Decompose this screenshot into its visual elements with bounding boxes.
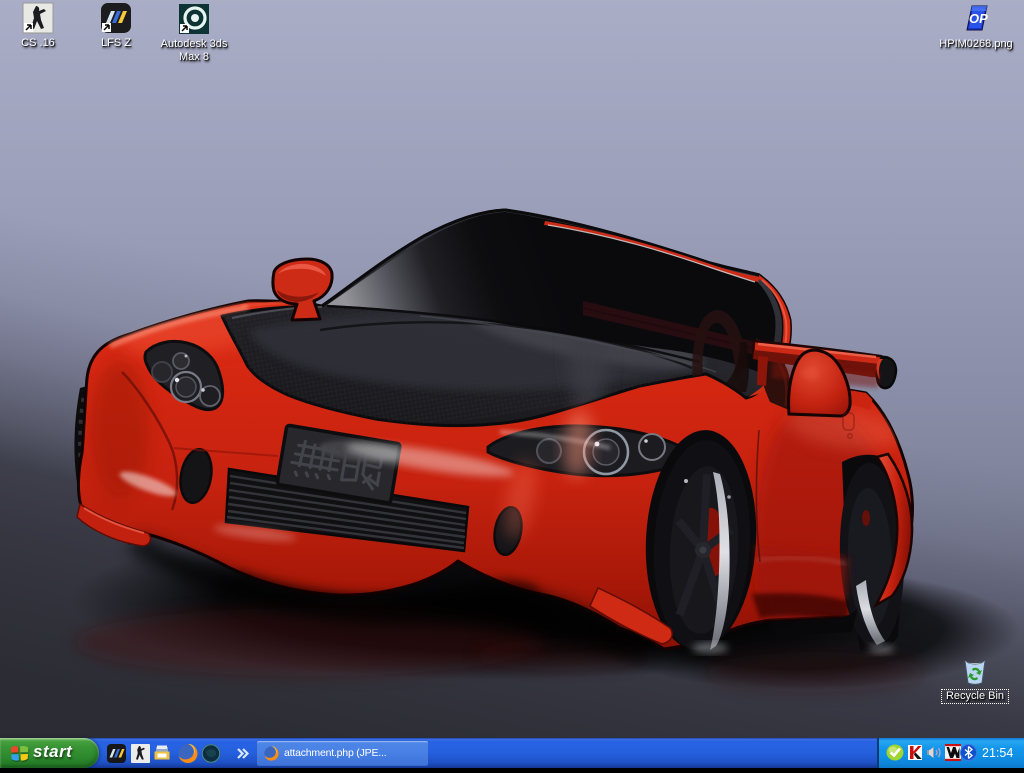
- svg-text:OP: OP: [969, 11, 988, 26]
- svg-text:21:54: 21:54: [982, 746, 1013, 760]
